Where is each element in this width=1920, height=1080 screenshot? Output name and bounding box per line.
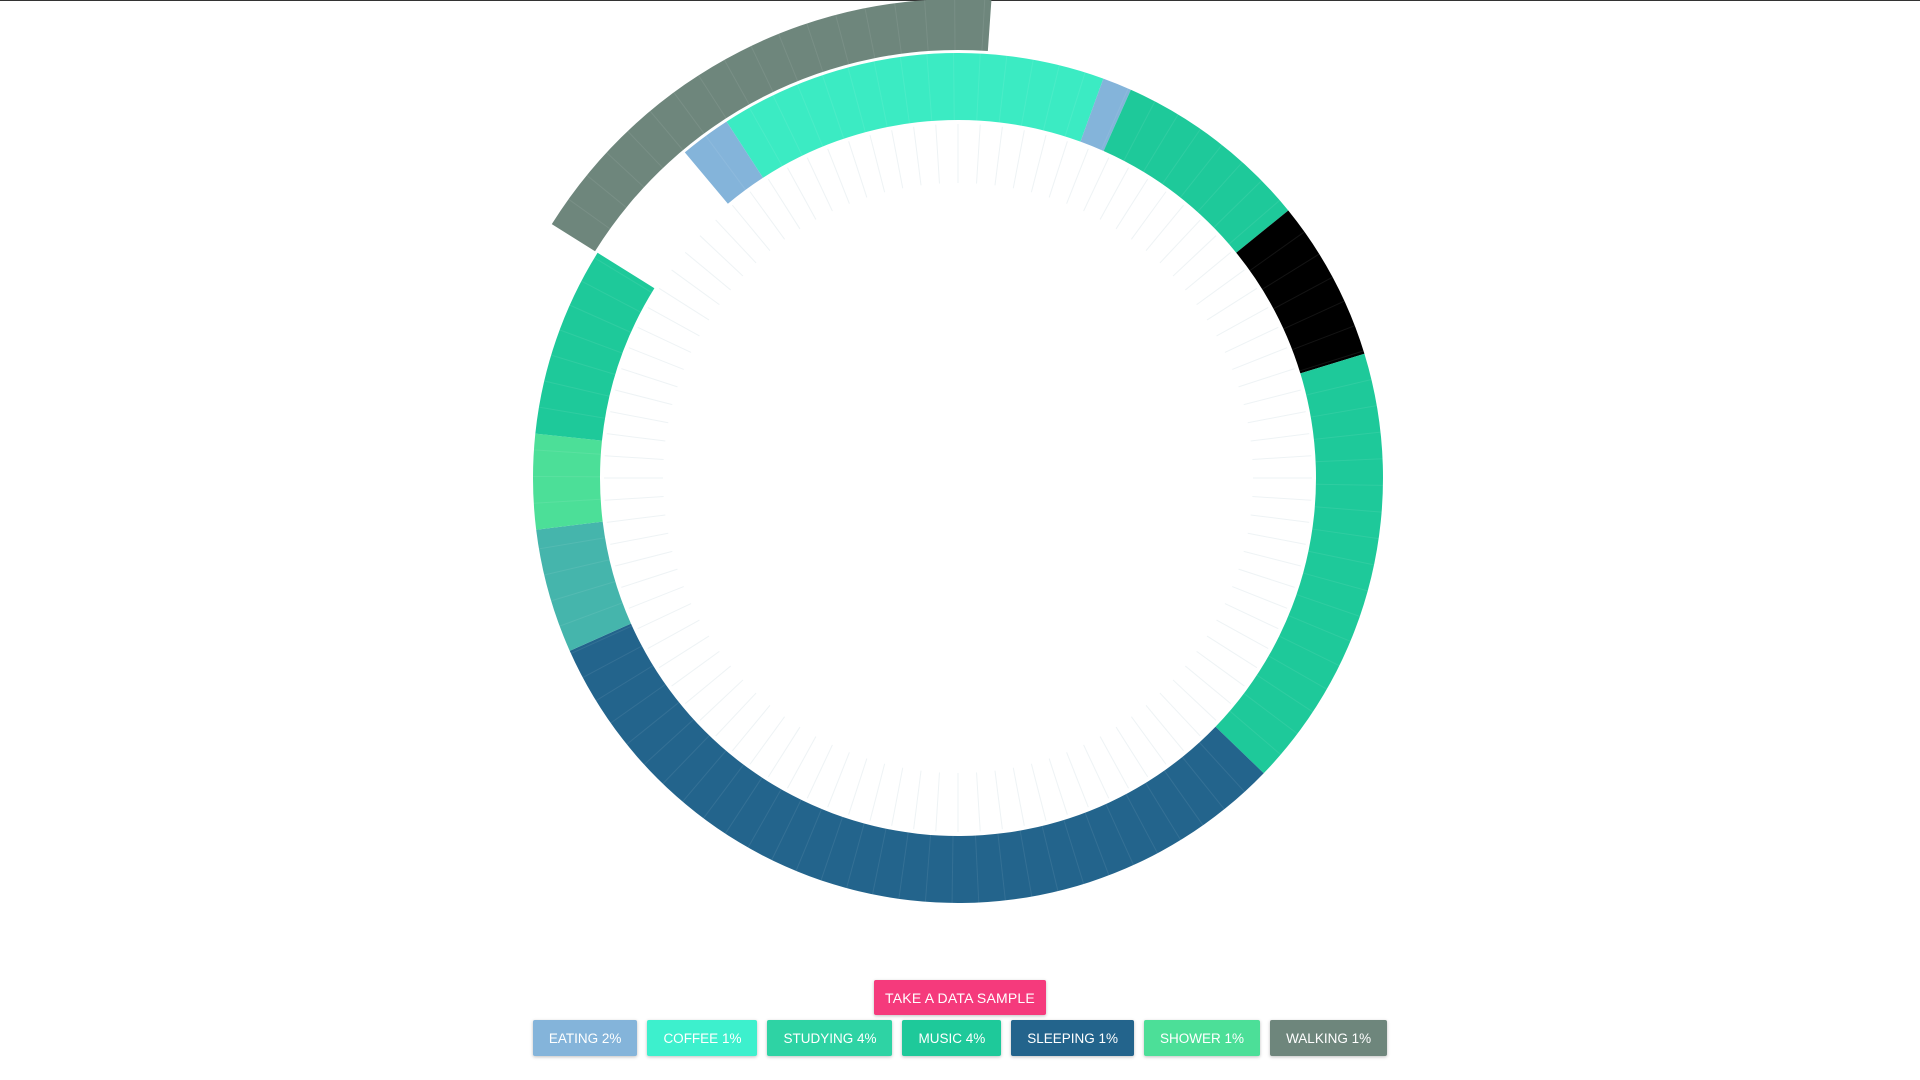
ring-guide-line — [606, 514, 666, 523]
ring-guide-line — [891, 130, 904, 189]
ring-guide-line — [827, 148, 850, 204]
ring-guide-line — [935, 124, 940, 184]
ring-guide-line — [1224, 603, 1279, 630]
ring-guide-line — [1238, 368, 1295, 388]
ring-guide-line — [1250, 433, 1310, 442]
ring-guide-line — [604, 455, 664, 460]
ring-guide-line — [1247, 411, 1306, 424]
legend-shower-button[interactable]: SHOWER 1% — [1144, 1020, 1261, 1056]
ring-guide-line — [1066, 148, 1089, 204]
ring-guide-line — [1099, 167, 1129, 220]
ring-guide-line — [637, 326, 692, 353]
ring-guide-line — [1030, 763, 1047, 822]
legend-walking-button[interactable]: WALKING 1% — [1270, 1020, 1388, 1056]
ring-guide-line — [1224, 326, 1279, 353]
ring-guide-line — [976, 124, 981, 184]
ring-guide-line — [1099, 736, 1129, 789]
ring-guide-line — [1232, 347, 1288, 370]
ring-guide-line — [1247, 532, 1306, 545]
ring-guide-line — [1216, 307, 1269, 337]
ring-guide-line — [1238, 568, 1295, 588]
legend-studying-button[interactable]: STUDYING 4% — [767, 1020, 893, 1056]
ring-guide-line — [610, 411, 669, 424]
ring-guide-line — [1216, 619, 1269, 649]
ring-guide-line — [1083, 744, 1110, 799]
ring-guide-line — [1115, 178, 1149, 230]
legend-eating-button[interactable]: EATING 2% — [532, 1020, 638, 1056]
ring-guide-line — [848, 758, 868, 815]
ring-guide-line — [637, 603, 692, 630]
ring-guide-line — [621, 568, 678, 588]
ring-guide-line — [1252, 455, 1312, 460]
ring-guide-line — [848, 141, 868, 198]
ring-guide-line — [647, 307, 700, 337]
ring-guide-line — [1206, 287, 1258, 321]
ring-guide-line — [994, 770, 1003, 830]
ring-guide-line — [1048, 758, 1068, 815]
ring-guide-line — [1030, 134, 1047, 193]
ring-guide-line — [1083, 157, 1110, 212]
ring-guide-line — [628, 347, 684, 370]
ring-guide-line — [1012, 130, 1025, 189]
ring-guide-line — [976, 772, 981, 832]
ring-segment-sleeping — [569, 623, 1264, 903]
ring-guide-line — [647, 619, 700, 649]
ring-guide-line — [604, 496, 664, 501]
ring-guide-line — [787, 167, 817, 220]
take-data-sample-button[interactable]: TAKE A DATA SAMPLE — [874, 980, 1046, 1015]
ring-guide-line — [614, 389, 673, 406]
ring-guide-line — [806, 744, 833, 799]
ring-guide-line — [610, 532, 669, 545]
ring-guide-lines — [604, 124, 1312, 832]
ring-guide-line — [1252, 496, 1312, 501]
activity-ring-chart — [533, 0, 1383, 903]
ring-guide-line — [1243, 389, 1302, 406]
ring-guide-line — [1206, 635, 1258, 669]
ring-guide-line — [891, 767, 904, 826]
ring-guide-line — [869, 763, 886, 822]
ring-guide-line — [658, 635, 710, 669]
ring-segment-music — [1215, 353, 1383, 774]
ring-guide-line — [658, 287, 710, 321]
legend-sleeping-button[interactable]: SLEEPING 1% — [1011, 1020, 1135, 1056]
ring-guide-line — [1250, 514, 1310, 523]
ring-guide-line — [869, 134, 886, 193]
legend-music-button[interactable]: MUSIC 4% — [902, 1020, 1002, 1056]
ring-guide-line — [621, 368, 678, 388]
ring-segment-music — [1103, 89, 1289, 253]
ring-guide-line — [994, 126, 1003, 186]
ring-guide-line — [935, 772, 940, 832]
ring-guide-line — [827, 752, 850, 808]
ring-slice-divider — [953, 53, 955, 121]
ring-guide-line — [1066, 752, 1089, 808]
ring-guide-line — [913, 770, 922, 830]
ring-guide-line — [806, 157, 833, 212]
ring-guide-line — [787, 736, 817, 789]
ring-guide-line — [767, 726, 801, 778]
ring-segment-shower — [533, 433, 603, 530]
ring-guide-line — [1115, 726, 1149, 778]
ring-guide-line — [1048, 141, 1068, 198]
ring-guide-line — [1012, 767, 1025, 826]
ring-segment-music — [535, 252, 655, 441]
ring-guide-line — [767, 178, 801, 230]
ring-guide-line — [913, 126, 922, 186]
data-sample-page: TAKE A DATA SAMPLE EATING 2% COFFEE 1% S… — [0, 0, 1920, 1080]
ring-guide-line — [1243, 550, 1302, 567]
ring-guide-line — [628, 586, 684, 609]
legend-coffee-button[interactable]: COFFEE 1% — [647, 1020, 758, 1056]
ring-guide-line — [606, 433, 666, 442]
ring-guide-line — [614, 550, 673, 567]
activity-legend: EATING 2% COFFEE 1% STUDYING 4% MUSIC 4%… — [0, 1020, 1920, 1057]
ring-guide-line — [1232, 586, 1288, 609]
